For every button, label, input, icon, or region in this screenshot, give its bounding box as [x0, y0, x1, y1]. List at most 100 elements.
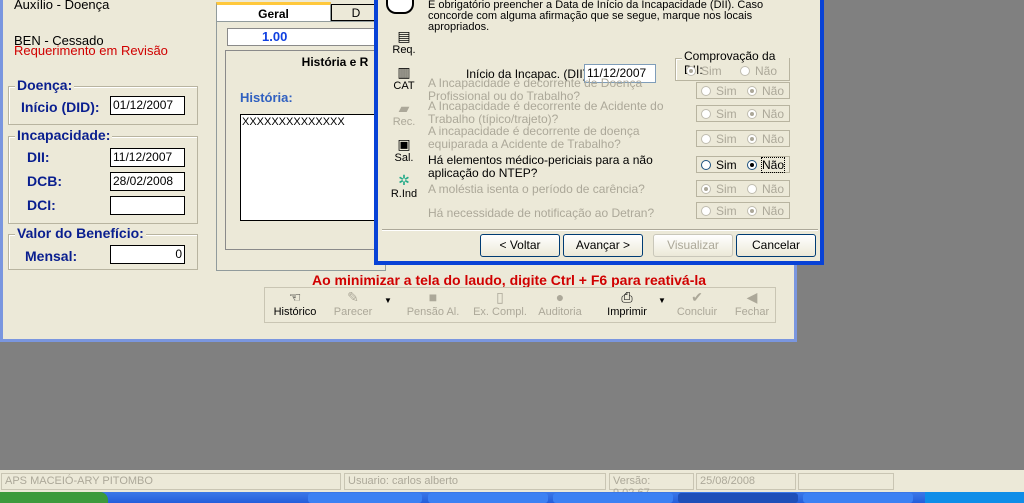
back-button[interactable]: < Voltar [480, 234, 560, 257]
radio-sim[interactable]: Sim [701, 84, 737, 98]
doenca-title: Doença: [15, 77, 75, 93]
history-icon: ☜ [288, 289, 302, 305]
fechar-label: Fechar [734, 306, 770, 318]
incapacidade-title: Incapacidade: [15, 127, 113, 143]
version-field: 1.00 [227, 28, 387, 46]
exam-icon: ▯ [496, 289, 504, 305]
dcb-label: DCB: [27, 173, 62, 189]
concluir-button[interactable]: ✔ Concluir [669, 288, 725, 322]
question-radio-group: Sim Não [696, 202, 790, 219]
imprimir-button[interactable]: ⎙ Imprimir [597, 288, 657, 322]
clipboard-icon: ▣ [397, 136, 411, 152]
dci-label: DCI: [27, 197, 56, 213]
concluir-label: Concluir [676, 306, 718, 318]
hand-icon [386, 0, 414, 14]
dcb-field[interactable]: 28/02/2008 [110, 172, 185, 191]
status-version: Versão: 9.02.67 [609, 473, 694, 499]
subtab-historia[interactable]: História e R [226, 55, 384, 69]
historico-button[interactable]: ☜ Histórico [267, 288, 323, 322]
dci-field[interactable] [110, 196, 185, 215]
doenca-group: Doença: Início (DID): 01/12/2007 [8, 77, 198, 125]
req-status: Requerimento em Revisão [14, 43, 168, 58]
side-label: R.Ind [390, 188, 418, 200]
cat-icon: ▥ [397, 64, 411, 80]
minimize-warning: Ao minimizar a tela do laudo, digite Ctr… [312, 272, 707, 288]
question-radio-group: Sim Não [696, 105, 790, 122]
document-icon: ▤ [397, 28, 411, 44]
did-label: Início (DID): [21, 99, 100, 115]
auditoria-label: Auditoria [538, 306, 582, 318]
comprovacao-nao[interactable]: Não [740, 64, 777, 78]
audit-icon: ● [555, 289, 565, 305]
imprimir-label: Imprimir [607, 306, 647, 318]
tab-geral[interactable]: Geral [216, 2, 331, 21]
comprovacao-sim[interactable]: Sim [686, 64, 722, 78]
valor-title: Valor do Benefício: [15, 225, 146, 241]
radio-nao[interactable]: Não [747, 107, 784, 121]
imprimir-dropdown[interactable]: ▼ [655, 296, 669, 330]
dii-dialog: É obrigatório preencher a Data de Início… [374, 0, 824, 265]
taskbar-item[interactable] [308, 493, 422, 503]
question-radio-group: Sim Não [696, 82, 790, 99]
side-req[interactable]: ▤ Req. [386, 28, 422, 56]
question-text: Há necessidade de notificação ao Detran? [428, 206, 655, 220]
view-button[interactable]: Visualizar [653, 234, 733, 257]
historia-textarea[interactable]: XXXXXXXXXXXXXX [240, 114, 380, 221]
radio-nao[interactable]: Não [747, 132, 784, 146]
status-agency: APS MACEIÓ-ARY PITOMBO [1, 473, 341, 490]
folder-icon: ▰ [398, 100, 410, 116]
side-rec[interactable]: ▰ Rec. [386, 100, 422, 128]
radio-sim[interactable]: Sim [701, 132, 737, 146]
parecer-button[interactable]: ✎ Parecer [325, 288, 381, 322]
divider [382, 229, 818, 231]
radio-nao[interactable]: Não [747, 204, 784, 218]
side-sal[interactable]: ▣ Sal. [386, 136, 422, 164]
radio-sim[interactable]: Sim [701, 158, 737, 172]
question-text: A incapacidade é decorrente de doença eq… [428, 124, 640, 151]
dii-field[interactable]: 11/12/2007 [110, 148, 185, 167]
side-label: CAT [393, 80, 415, 92]
parecer-label: Parecer [333, 306, 373, 318]
next-button[interactable]: Avançar > [563, 234, 643, 257]
taskbar-item-active[interactable] [678, 493, 798, 503]
parecer-dropdown[interactable]: ▼ [381, 296, 395, 330]
taskbar-item[interactable] [428, 493, 548, 503]
mensal-field[interactable]: 0 [110, 245, 185, 264]
check-icon: ✔ [691, 289, 703, 305]
fechar-button[interactable]: ◀ Fechar [727, 288, 777, 322]
radio-sim[interactable]: Sim [701, 107, 737, 121]
mensal-label: Mensal: [25, 248, 78, 264]
question-text: Há elementos médico-periciais para a não… [428, 153, 653, 180]
side-cat[interactable]: ▥ CAT [386, 64, 422, 92]
radio-nao[interactable]: Não [747, 84, 784, 98]
historico-label: Histórico [273, 306, 317, 318]
start-button[interactable] [0, 492, 108, 503]
cancel-button[interactable]: Cancelar [736, 234, 816, 257]
question-radio-group: Sim Não [696, 156, 790, 173]
radio-nao[interactable]: Não [747, 182, 784, 196]
radio-sim[interactable]: Sim [701, 204, 737, 218]
taskbar [0, 492, 1024, 503]
auditoria-button[interactable]: ● Auditoria [532, 288, 588, 322]
historia-label: História: [240, 90, 293, 105]
ex-compl-button[interactable]: ▯ Ex. Compl. [468, 288, 532, 322]
pensao-button[interactable]: ■ Pensão Al. [402, 288, 464, 322]
dialog-message: É obrigatório preencher a Data de Início… [428, 0, 763, 33]
search-report-icon: ✲ [398, 172, 410, 188]
taskbar-item[interactable] [553, 493, 673, 503]
side-label: Rec. [392, 116, 416, 128]
side-label: Sal. [394, 152, 414, 164]
did-field[interactable]: 01/12/2007 [110, 96, 185, 115]
taskbar-item[interactable] [803, 493, 913, 503]
radio-sim[interactable]: Sim [701, 182, 737, 196]
side-label: Req. [392, 44, 416, 56]
question-radio-group: Sim Não [696, 180, 790, 197]
ex-compl-label: Ex. Compl. [473, 306, 527, 318]
status-user: Usuario: carlos alberto [344, 473, 606, 490]
question-text: A Incapacidade é decorrente de Acidente … [428, 99, 664, 126]
valor-group: Valor do Benefício: Mensal: 0 [8, 225, 198, 270]
question-radio-group: Sim Não [696, 130, 790, 147]
side-rind[interactable]: ✲ R.Ind [386, 172, 422, 200]
opinion-icon: ✎ [347, 289, 359, 305]
radio-nao[interactable]: Não [747, 157, 786, 173]
